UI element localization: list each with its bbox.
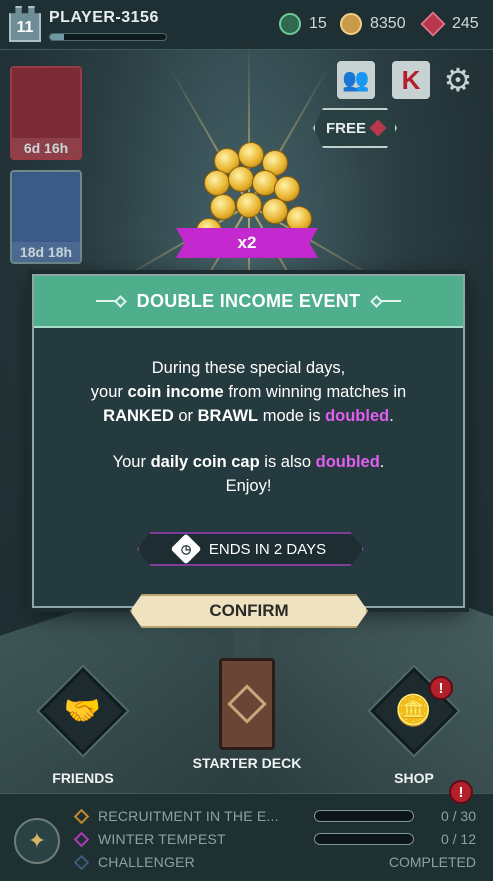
modal-header: DOUBLE INCOME EVENT <box>34 276 463 328</box>
k-brand-icon[interactable]: K <box>392 61 430 99</box>
gear-icon[interactable]: ⚙ <box>439 61 477 99</box>
nav-shop[interactable]: 🪙 SHOP <box>359 660 469 786</box>
quest-row[interactable]: CHALLENGER COMPLETED <box>73 852 486 874</box>
modal-body: During these special days, your coin inc… <box>34 328 463 498</box>
ends-label: ENDS IN 2 DAYS <box>208 540 327 558</box>
token-currency[interactable]: 15 <box>279 13 327 35</box>
shop-alert-badge: ! <box>429 676 453 700</box>
quest-progress-bar <box>314 810 414 822</box>
token-count: 15 <box>309 15 327 32</box>
top-bar: 11 PLAYER-3156 15 8350 245 <box>0 0 493 50</box>
quest-row[interactable]: RECRUITMENT IN THE E... 0 / 30 <box>73 806 486 828</box>
side-event-card-1[interactable]: 6d 16h <box>10 66 82 160</box>
quest-panel[interactable]: ✦ ! RECRUITMENT IN THE E... 0 / 30 WINTE… <box>0 780 493 881</box>
quest-diamond-icon <box>73 854 90 871</box>
modal-paragraph-1: During these special days, your coin inc… <box>90 359 407 425</box>
quest-name: RECRUITMENT IN THE E... <box>98 808 279 824</box>
coin-icon <box>340 13 362 35</box>
nav-friends-label: FRIENDS <box>52 770 114 786</box>
event-art <box>12 172 80 242</box>
gem-count: 245 <box>452 15 479 32</box>
modal-paragraph-2: Your daily coin cap is also doubled. Enj… <box>112 453 385 495</box>
player-level: 11 <box>16 19 34 36</box>
quest-name: CHALLENGER <box>98 854 195 870</box>
gem-icon <box>420 11 446 37</box>
quest-row[interactable]: WINTER TEMPEST 0 / 12 <box>73 829 486 851</box>
compass-icon[interactable]: ✦ <box>14 818 60 864</box>
gem-icon <box>369 119 387 137</box>
modal-title: DOUBLE INCOME EVENT <box>136 290 361 311</box>
quest-count: 0 / 30 <box>440 808 476 824</box>
token-icon <box>279 13 301 35</box>
quest-count: COMPLETED <box>388 854 476 870</box>
quest-diamond-icon <box>73 808 90 825</box>
coin-currency[interactable]: 8350 <box>340 13 406 35</box>
xp-progress-fill <box>50 34 64 40</box>
ornament-left-icon <box>95 294 127 308</box>
side-event-timer-1: 6d 16h <box>12 138 80 158</box>
quest-alert-badge: ! <box>449 780 473 804</box>
deck-card-icon <box>219 658 275 750</box>
event-art <box>12 68 80 138</box>
ornament-right-icon <box>370 294 402 308</box>
double-income-modal: DOUBLE INCOME EVENT During these special… <box>32 274 465 628</box>
side-event-card-2[interactable]: 18d 18h <box>10 170 82 264</box>
event-timer-badge: ◷ ENDS IN 2 DAYS <box>137 532 364 566</box>
side-event-timer-2: 18d 18h <box>12 242 80 262</box>
coin-pile-icon <box>170 140 326 280</box>
nav-starter-deck-label: STARTER DECK <box>192 755 302 771</box>
coin-count: 8350 <box>370 15 406 32</box>
quest-name: WINTER TEMPEST <box>98 831 226 847</box>
confirm-button[interactable]: CONFIRM <box>130 594 368 628</box>
quest-count: 0 / 12 <box>440 831 476 847</box>
nav-starter-deck[interactable]: STARTER DECK <box>192 658 302 771</box>
clock-icon: ◷ <box>170 533 202 565</box>
multiplier-ribbon: x2 <box>176 228 318 258</box>
xp-progress-bar <box>49 33 167 41</box>
free-label: FREE <box>325 119 366 137</box>
gem-currency[interactable]: 245 <box>420 11 479 37</box>
nav-friends[interactable]: 🤝 FRIENDS <box>28 660 138 786</box>
quest-progress-bar <box>314 833 414 845</box>
quest-diamond-icon <box>73 831 90 848</box>
player-level-badge[interactable]: 11 <box>9 6 41 42</box>
handshake-icon: 🤝 <box>36 664 130 758</box>
friends-list-icon[interactable]: 👥 <box>337 61 375 99</box>
player-name[interactable]: PLAYER-3156 <box>49 9 159 27</box>
